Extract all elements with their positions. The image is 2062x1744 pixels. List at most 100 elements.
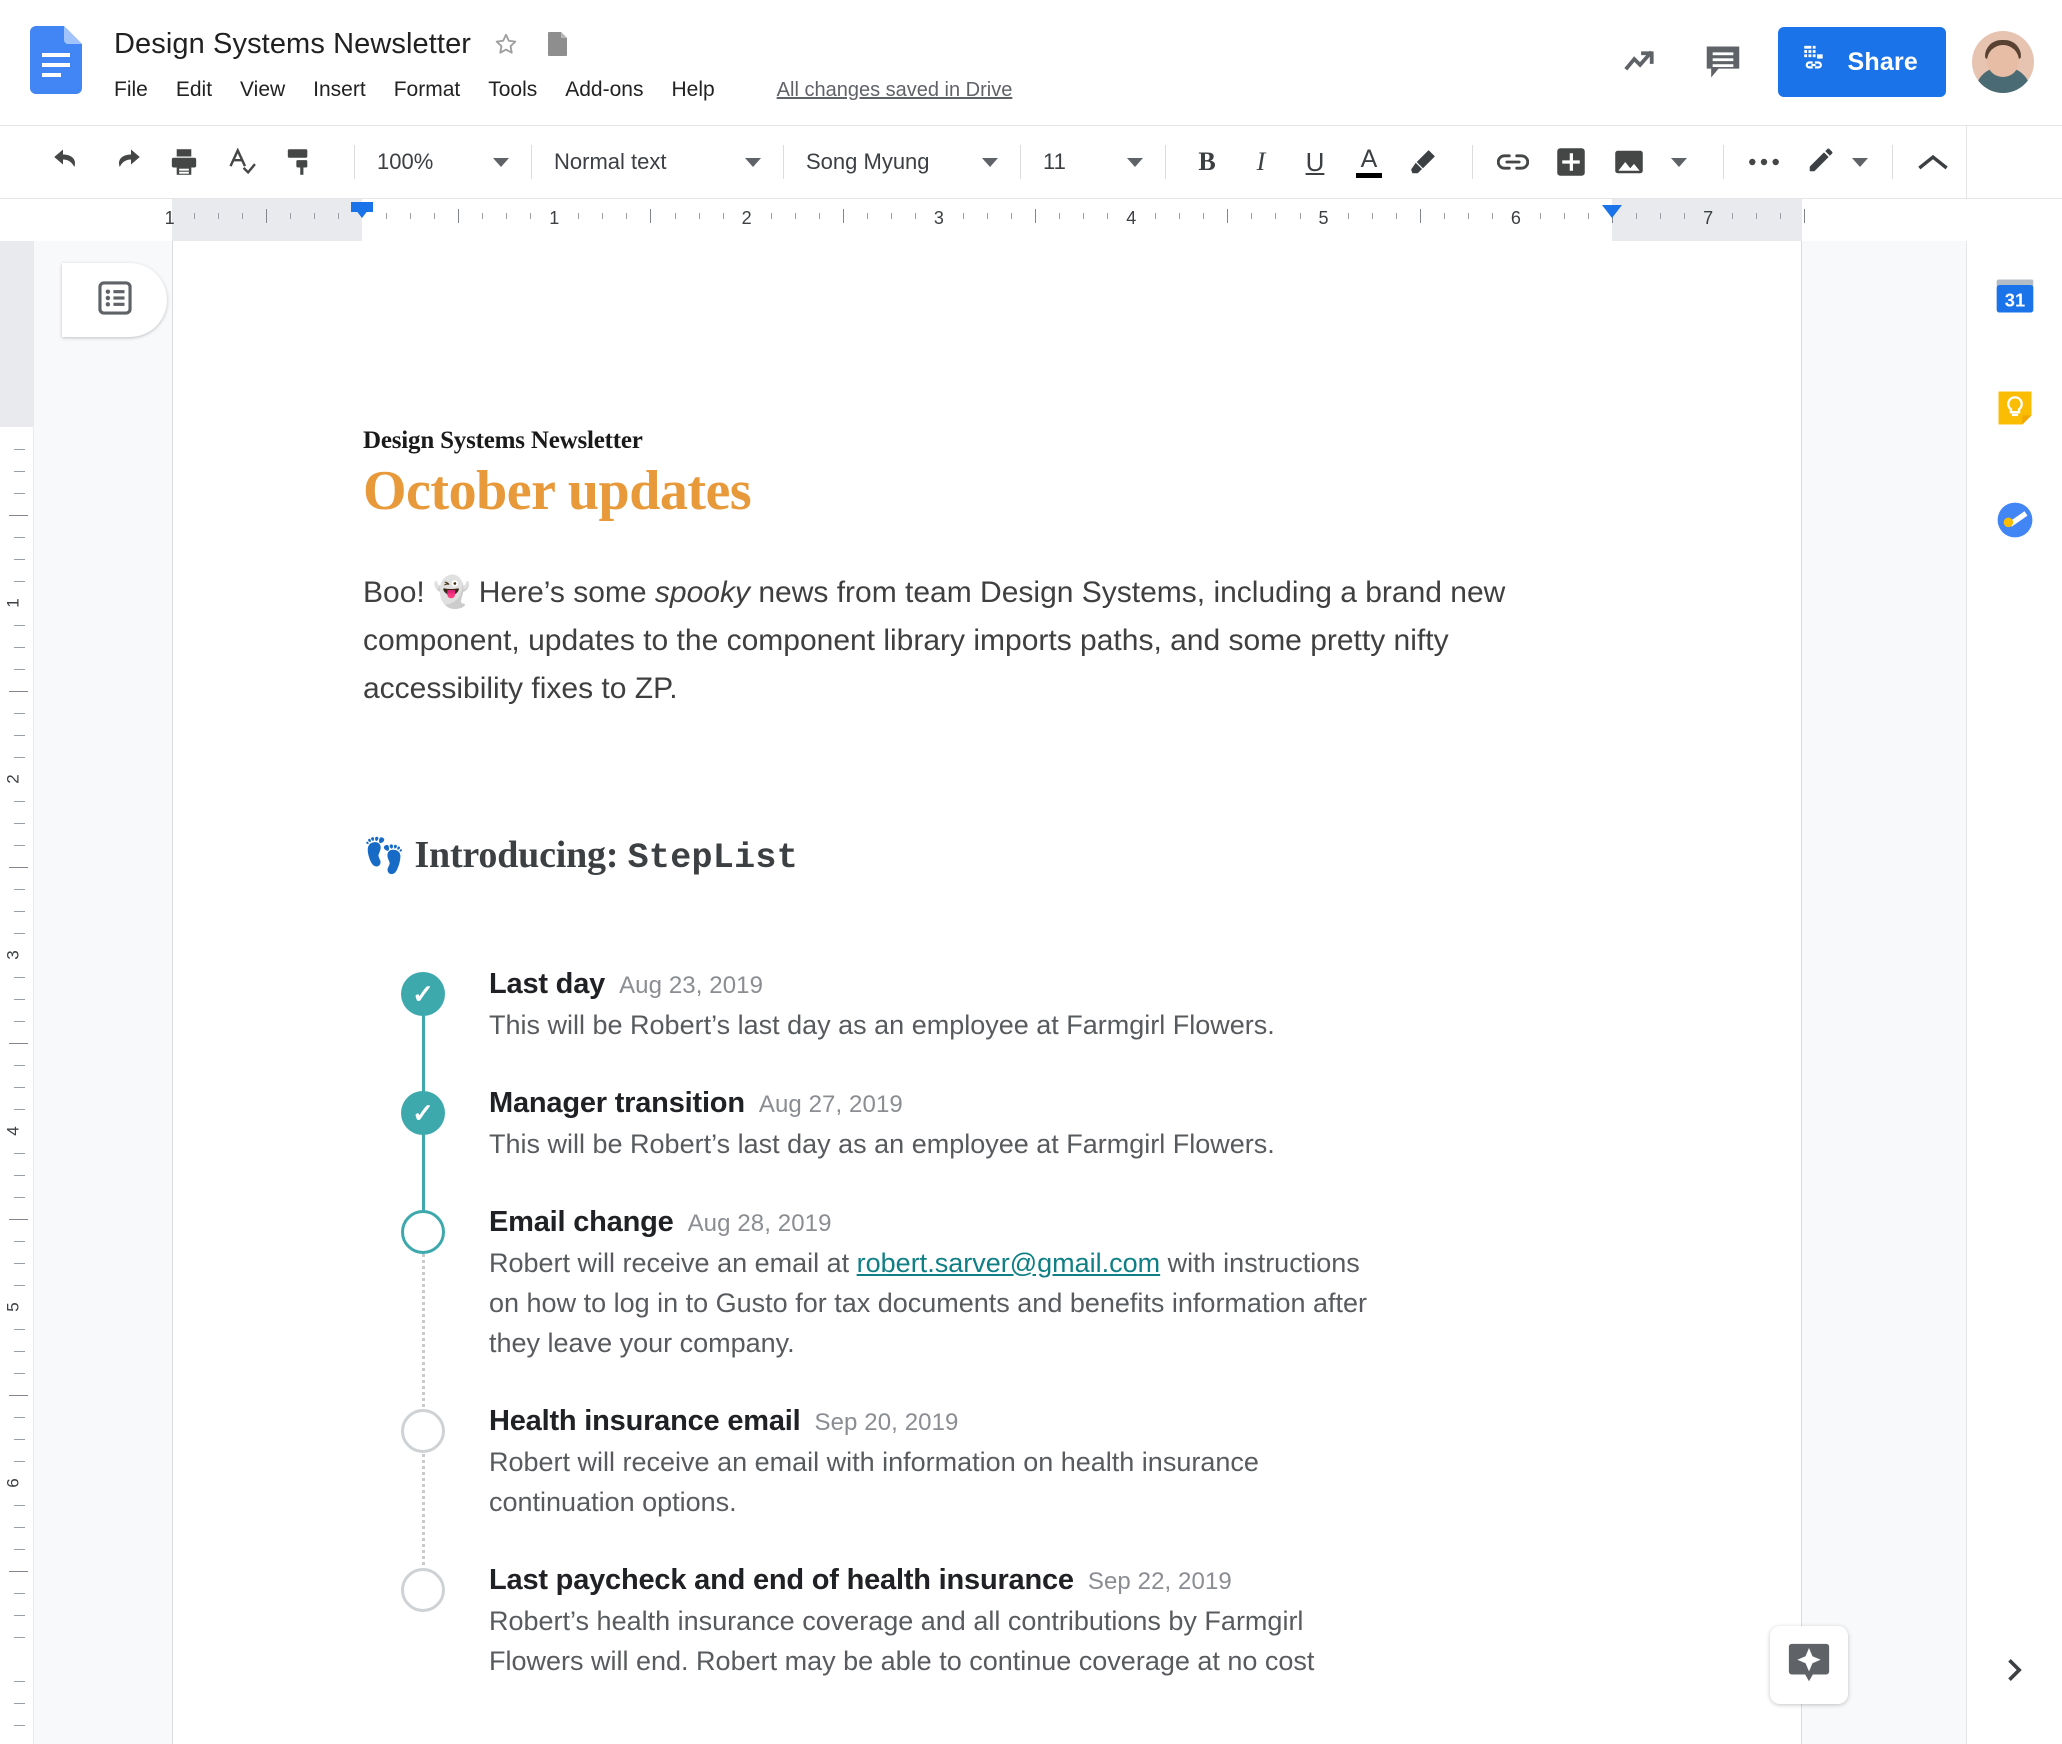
ruler-tick xyxy=(1732,213,1734,219)
text-color-button[interactable]: A xyxy=(1346,139,1392,185)
explore-button[interactable] xyxy=(1770,1626,1848,1704)
steplist-circle-icon[interactable] xyxy=(401,1567,445,1612)
spellcheck-icon[interactable] xyxy=(220,140,264,184)
steplist-connector xyxy=(422,1235,425,1419)
menu-item-edit[interactable]: Edit xyxy=(176,76,224,104)
avatar[interactable] xyxy=(1972,31,2034,93)
steplist-item-header: Email change Aug 28, 2019 xyxy=(489,1206,1611,1239)
vertical-ruler[interactable]: 1 2 3 4 5 6 xyxy=(0,241,34,1744)
ruler-tick xyxy=(193,213,195,219)
ruler-tick xyxy=(914,213,916,219)
italic-button[interactable]: I xyxy=(1238,139,1284,185)
steplist-item-date: Sep 20, 2019 xyxy=(814,1408,959,1436)
ruler-tick xyxy=(1275,213,1277,219)
right-indent-marker[interactable] xyxy=(1602,205,1622,218)
bold-button[interactable]: B xyxy=(1184,139,1230,185)
steplist-item[interactable]: Email change Aug 28, 2019 Robert will rece… xyxy=(401,1206,1611,1419)
ruler-number: 5 xyxy=(1318,208,1329,228)
page-title[interactable]: Design Systems Newsletter xyxy=(114,26,471,62)
email-link[interactable]: robert.sarver@gmail.com xyxy=(857,1248,1161,1278)
document-outline-toggle[interactable] xyxy=(62,263,167,337)
link-icon[interactable] xyxy=(1491,140,1535,184)
ruler-tick xyxy=(1107,213,1109,219)
vruler-tick xyxy=(14,1153,25,1154)
google-calendar-icon[interactable]: 31 xyxy=(1992,273,2038,319)
steplist-item[interactable]: ✓ Last day Aug 23, 2019 This will be Robert… xyxy=(401,968,1611,1101)
activity-trend-icon[interactable] xyxy=(1618,37,1668,87)
google-tasks-icon[interactable] xyxy=(1992,497,2038,543)
chevron-down-icon[interactable] xyxy=(1671,157,1687,167)
menu-item-insert[interactable]: Insert xyxy=(313,76,378,104)
menu-item-addons[interactable]: Add-ons xyxy=(565,76,655,104)
comment-icon[interactable] xyxy=(1698,37,1748,87)
steplist-check-icon[interactable]: ✓ xyxy=(401,1090,445,1135)
undo-icon[interactable] xyxy=(46,140,90,184)
font-family-select[interactable]: Song Myung xyxy=(802,140,1002,184)
ruler-tick xyxy=(1083,213,1085,219)
steplist-circle-icon[interactable] xyxy=(401,1209,445,1254)
google-keep-icon[interactable] xyxy=(1992,385,2038,431)
vruler-tick xyxy=(14,735,25,736)
vruler-tick xyxy=(14,493,25,494)
ruler-number: 4 xyxy=(1126,208,1137,228)
share-lock-icon xyxy=(1800,43,1834,82)
ruler-tick xyxy=(626,213,628,219)
font-size-value: 11 xyxy=(1043,149,1066,174)
chevron-right-icon[interactable] xyxy=(1995,1650,2035,1690)
menu-item-tools[interactable]: Tools xyxy=(488,76,549,104)
steplist-item[interactable]: Last paycheck and end of health insuranc… xyxy=(401,1564,1611,1723)
redo-icon[interactable] xyxy=(104,140,148,184)
toolbar-row: 100% Normal text Song Myung 11 B I U A xyxy=(0,125,2062,199)
steplist-check-icon[interactable]: ✓ xyxy=(401,971,445,1016)
save-status-link[interactable]: All changes saved in Drive xyxy=(777,79,1013,102)
star-outline-icon[interactable] xyxy=(493,31,519,57)
menu-item-file[interactable]: File xyxy=(114,76,160,104)
paragraph-style-select[interactable]: Normal text xyxy=(550,140,765,184)
steplist-item-description: This will be Robert’s last day as an emp… xyxy=(489,1128,1275,1159)
vruler-tick xyxy=(14,933,25,934)
ruler-number: 2 xyxy=(741,208,752,228)
paint-format-icon[interactable] xyxy=(278,140,322,184)
ruler-tick xyxy=(1780,213,1782,219)
vruler-tick xyxy=(14,823,25,824)
steplist-item-title: Last day xyxy=(489,967,606,1000)
zoom-select[interactable]: 100% xyxy=(373,140,513,184)
vruler-tick xyxy=(9,1571,28,1572)
insert-image-icon[interactable] xyxy=(1607,140,1651,184)
steplist-circle-icon[interactable] xyxy=(401,1408,445,1453)
vruler-tick xyxy=(14,1351,25,1352)
editing-mode-select[interactable] xyxy=(1800,140,1874,184)
steplist-item[interactable]: ✓ Manager transition Aug 27, 2019 This will… xyxy=(401,1087,1611,1220)
intro-emphasis: spooky xyxy=(654,575,750,609)
print-icon[interactable] xyxy=(162,140,206,184)
zoom-value: 100% xyxy=(377,149,434,174)
ruler-tick xyxy=(265,209,267,223)
share-button[interactable]: Share xyxy=(1777,27,1946,97)
font-size-select[interactable]: 11 xyxy=(1039,140,1147,184)
vruler-top-margin xyxy=(0,241,33,427)
header-actions: Share xyxy=(1618,14,2040,110)
document-page[interactable]: Design Systems Newsletter October update… xyxy=(172,241,1802,1744)
app-header: Design Systems Newsletter File Edit View xyxy=(0,0,2062,125)
highlight-pen-icon[interactable] xyxy=(1400,139,1446,185)
ruler-tick xyxy=(1563,213,1565,219)
add-comment-icon[interactable] xyxy=(1549,140,1593,184)
more-options-icon[interactable] xyxy=(1742,140,1786,184)
menu-item-help[interactable]: Help xyxy=(671,76,726,104)
horizontal-ruler[interactable]: 1 1 2 3 4 5 6 7 xyxy=(0,199,1966,241)
ruler-tick xyxy=(1756,213,1758,219)
ruler-tick xyxy=(770,213,772,219)
menu-item-view[interactable]: View xyxy=(240,76,297,104)
folder-icon[interactable] xyxy=(545,31,571,57)
ruler-tick xyxy=(1299,213,1301,219)
steplist-item-body: Health insurance email Sep 20, 2019 Robert… xyxy=(489,1405,1611,1564)
menu-item-format[interactable]: Format xyxy=(394,76,473,104)
underline-button[interactable]: U xyxy=(1292,139,1338,185)
ruler-tick xyxy=(1660,213,1662,219)
vruler-tick xyxy=(14,1439,25,1440)
collapse-toolbar-icon[interactable] xyxy=(1911,140,1955,184)
steplist-item-body: Last day Aug 23, 2019 This will be Robert’… xyxy=(489,968,1611,1087)
left-indent-marker[interactable] xyxy=(352,205,372,218)
vruler-tick xyxy=(9,1395,28,1396)
steplist-item[interactable]: Health insurance email Sep 20, 2019 Robert… xyxy=(401,1405,1611,1578)
